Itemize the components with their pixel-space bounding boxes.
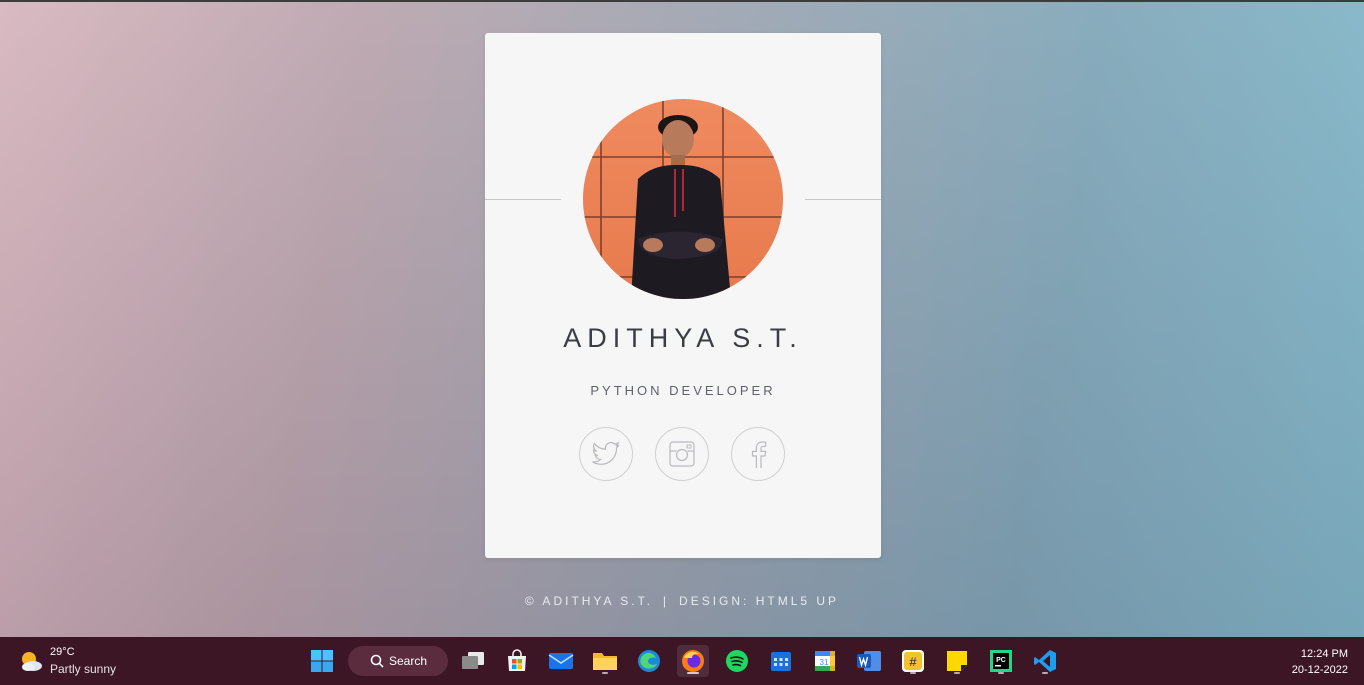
- google-calendar-icon: 31: [815, 651, 835, 671]
- twitter-link[interactable]: [579, 427, 633, 481]
- start-button[interactable]: [306, 645, 338, 677]
- divider-left: [485, 199, 561, 200]
- page-footer: © ADITHYA S.T. | DESIGN: HTML5 UP: [0, 594, 1364, 608]
- running-indicator: [1042, 672, 1048, 674]
- taskbar-sticky-notes[interactable]: [941, 645, 973, 677]
- footer-design-credit[interactable]: DESIGN: HTML5 UP: [679, 594, 839, 608]
- taskbar-microsoft-store[interactable]: [501, 645, 533, 677]
- facebook-link[interactable]: [731, 427, 785, 481]
- mail-icon: [548, 653, 574, 669]
- spotify-icon: [726, 650, 748, 672]
- profile-name: ADITHYA S.T.: [563, 323, 803, 353]
- active-indicator: [687, 672, 699, 674]
- search-label: Search: [389, 654, 428, 668]
- svg-text:PC: PC: [996, 657, 1006, 664]
- partly-sunny-icon: [22, 652, 42, 671]
- vscode-icon: [1034, 650, 1056, 672]
- taskbar: 29°C Partly sunny Search 31 # PC 12:24 P…: [0, 637, 1364, 685]
- taskbar-pycharm[interactable]: PC: [985, 645, 1017, 677]
- pycharm-icon: PC: [990, 650, 1012, 672]
- word-icon: [857, 651, 881, 671]
- search-icon: [370, 654, 384, 668]
- taskbar-google-calendar[interactable]: 31: [809, 645, 841, 677]
- footer-copyright: © ADITHYA S.T.: [524, 594, 653, 608]
- sticky-notes-icon: [947, 651, 967, 671]
- taskbar-edge[interactable]: [633, 645, 665, 677]
- taskbar-slack[interactable]: #: [897, 645, 929, 677]
- weather-widget[interactable]: 29°C Partly sunny: [18, 645, 128, 679]
- instagram-icon: [669, 441, 695, 467]
- clock-time: 12:24 PM: [1300, 648, 1348, 660]
- social-links: [579, 427, 789, 483]
- twitter-icon: [592, 441, 620, 465]
- taskbar-mail[interactable]: [545, 645, 577, 677]
- taskbar-word[interactable]: [853, 645, 885, 677]
- edge-icon: [638, 650, 660, 672]
- instagram-link[interactable]: [655, 427, 709, 481]
- folder-icon: [593, 653, 617, 670]
- running-indicator: [910, 672, 916, 674]
- weather-condition: Partly sunny: [50, 662, 117, 676]
- taskbar-clock[interactable]: 12:24 PM 20-12-2022: [1292, 646, 1348, 678]
- taskbar-firefox[interactable]: [677, 645, 709, 677]
- slack-icon: #: [902, 650, 924, 672]
- footer-separator: |: [662, 594, 670, 608]
- profile-role: PYTHON DEVELOPER: [590, 383, 776, 398]
- profile-card: ADITHYA S.T. PYTHON DEVELOPER: [485, 33, 881, 558]
- running-indicator: [998, 672, 1004, 674]
- avatar: [583, 99, 783, 299]
- calendar-icon: [771, 652, 791, 671]
- divider-right: [805, 199, 881, 200]
- taskbar-search[interactable]: Search: [348, 646, 448, 676]
- taskbar-file-explorer[interactable]: [589, 645, 621, 677]
- running-indicator: [954, 672, 960, 674]
- running-indicator: [602, 672, 608, 674]
- clock-date: 20-12-2022: [1291, 664, 1348, 676]
- windows-start-icon: [311, 650, 333, 672]
- microsoft-store-icon: [508, 649, 526, 671]
- taskbar-vscode[interactable]: [1029, 645, 1061, 677]
- taskbar-calendar[interactable]: [765, 645, 797, 677]
- facebook-icon: [751, 441, 767, 468]
- avatar-photo: [583, 99, 783, 299]
- taskbar-task-view[interactable]: [457, 645, 489, 677]
- taskbar-spotify[interactable]: [721, 645, 753, 677]
- task-view-icon: [462, 652, 484, 669]
- firefox-icon: [682, 650, 704, 672]
- svg-text:#: #: [909, 655, 917, 670]
- weather-temperature: 29°C: [50, 646, 75, 658]
- svg-text:31: 31: [820, 658, 829, 667]
